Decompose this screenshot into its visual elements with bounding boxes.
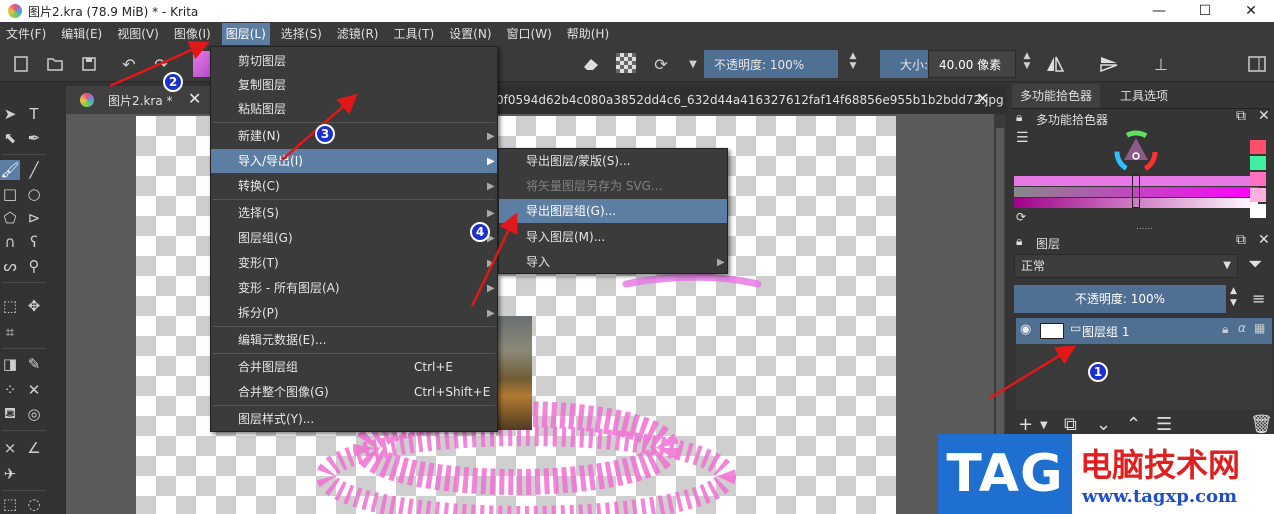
watermark-url: www.tagxp.com	[1082, 486, 1238, 507]
watermark-text-block: 电脑技术网 www.tagxp.com	[1072, 434, 1274, 514]
watermark: TAG 电脑技术网 www.tagxp.com	[938, 434, 1274, 514]
step-badge-3: 3	[315, 124, 335, 144]
watermark-site-name: 电脑技术网	[1080, 446, 1241, 484]
step-badge-4: 4	[470, 222, 490, 242]
watermark-tag: TAG	[938, 434, 1072, 514]
step-badge-2: 2	[163, 72, 183, 92]
step-badge-1: 1	[1088, 362, 1108, 382]
